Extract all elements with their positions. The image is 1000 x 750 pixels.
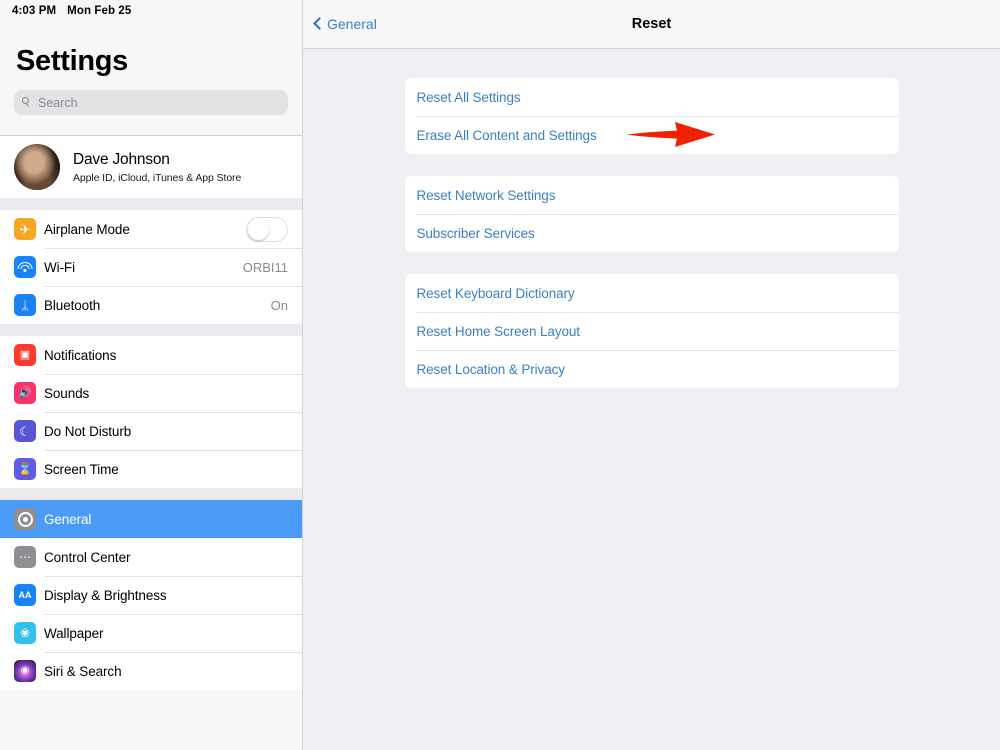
sidebar-item-notifications[interactable]: ▣ Notifications: [0, 336, 302, 374]
search-input[interactable]: Search: [14, 90, 288, 115]
sidebar-item-apple-id[interactable]: Dave Johnson Apple ID, iCloud, iTunes & …: [0, 136, 302, 198]
search-icon: [22, 97, 33, 108]
settings-sidebar: 4:03 PM Mon Feb 25 Settings Search Dave …: [0, 0, 303, 750]
control-center-icon: ⋯: [14, 546, 36, 568]
bluetooth-value: On: [270, 297, 288, 313]
reset-keyboard-dictionary-row[interactable]: Reset Keyboard Dictionary: [405, 274, 899, 312]
group-separator: [0, 324, 302, 336]
chevron-left-icon: [313, 17, 326, 30]
back-button[interactable]: General: [313, 16, 377, 32]
sidebar-item-label: Notifications: [44, 347, 117, 363]
sidebar-item-do-not-disturb[interactable]: ☾ Do Not Disturb: [0, 412, 302, 450]
siri-icon: ◉: [14, 660, 36, 682]
back-button-label: General: [327, 16, 377, 32]
sidebar-item-label: Do Not Disturb: [44, 423, 132, 439]
sidebar-item-screen-time[interactable]: ⌛ Screen Time: [0, 450, 302, 488]
sidebar-group-alerts: ▣ Notifications 🔊 Sounds ☾ Do Not Distur…: [0, 336, 302, 488]
sidebar-item-wifi[interactable]: Wi-Fi ORBI11: [0, 248, 302, 286]
wallpaper-icon: ❀: [14, 622, 36, 644]
sidebar-group-connectivity: ✈ Airplane Mode Wi-Fi ORBI11 ᛦ Bluetooth…: [0, 210, 302, 324]
sidebar-item-bluetooth[interactable]: ᛦ Bluetooth On: [0, 286, 302, 324]
reset-card-3: Reset Keyboard Dictionary Reset Home Scr…: [404, 274, 899, 388]
reset-card-2: Reset Network Settings Subscriber Servic…: [404, 176, 899, 252]
display-brightness-icon: AA: [14, 584, 36, 606]
reset-row-label: Reset All Settings: [416, 89, 521, 105]
nav-title: Reset: [631, 16, 672, 32]
reset-all-settings-row[interactable]: Reset All Settings: [405, 78, 899, 116]
reset-row-label: Erase All Content and Settings: [416, 127, 597, 143]
avatar: [14, 144, 60, 190]
sidebar-item-general[interactable]: General: [0, 500, 302, 538]
sounds-icon: 🔊: [14, 382, 36, 404]
sidebar-item-label: Airplane Mode: [44, 221, 130, 237]
sidebar-item-siri-search[interactable]: ◉ Siri & Search: [0, 652, 302, 690]
sidebar-item-control-center[interactable]: ⋯ Control Center: [0, 538, 302, 576]
reset-row-label: Reset Home Screen Layout: [416, 323, 581, 339]
reset-row-label: Reset Network Settings: [416, 187, 556, 203]
page-title: Settings: [16, 45, 128, 77]
sidebar-item-label: Sounds: [44, 385, 90, 401]
reset-options-list: Reset All Settings Erase All Content and…: [303, 49, 1000, 388]
group-separator: [0, 198, 302, 210]
subscriber-services-row[interactable]: Subscriber Services: [405, 214, 899, 252]
do-not-disturb-icon: ☾: [14, 420, 36, 442]
navigation-bar: General Reset 89%: [303, 0, 1000, 49]
screen-time-icon: ⌛: [14, 458, 36, 480]
reset-detail-pane: General Reset 89%: [303, 0, 1000, 750]
sidebar-item-label: Wallpaper: [44, 625, 104, 641]
bluetooth-icon: ᛦ: [14, 294, 36, 316]
reset-location-privacy-row[interactable]: Reset Location & Privacy: [405, 350, 899, 388]
reset-home-screen-layout-row[interactable]: Reset Home Screen Layout: [405, 312, 899, 350]
search-container: Search: [0, 78, 302, 115]
reset-row-label: Reset Location & Privacy: [416, 361, 566, 377]
sidebar-item-label: Display & Brightness: [44, 587, 167, 603]
wifi-value: ORBI11: [242, 259, 288, 275]
profile-subtitle: Apple ID, iCloud, iTunes & App Store: [73, 171, 242, 184]
status-bar: 4:03 PM Mon Feb 25: [0, 0, 302, 22]
reset-row-label: Subscriber Services: [416, 225, 535, 241]
sidebar-item-label: Wi-Fi: [44, 259, 75, 275]
reset-network-settings-row[interactable]: Reset Network Settings: [405, 176, 899, 214]
group-separator: [0, 488, 302, 500]
airplane-mode-toggle[interactable]: [246, 216, 288, 242]
sidebar-item-display-brightness[interactable]: AA Display & Brightness: [0, 576, 302, 614]
sidebar-item-label: Siri & Search: [44, 663, 122, 679]
sidebar-item-label: General: [44, 511, 92, 527]
sidebar-item-airplane-mode[interactable]: ✈ Airplane Mode: [0, 210, 302, 248]
status-bar-date: Mon Feb 25: [67, 5, 132, 17]
status-bar-time: 4:03 PM: [12, 5, 57, 17]
gear-icon: [14, 508, 36, 530]
sidebar-item-label: Bluetooth: [44, 297, 101, 313]
sidebar-item-label: Screen Time: [44, 461, 119, 477]
reset-row-label: Reset Keyboard Dictionary: [416, 285, 575, 301]
sidebar-group-system: General ⋯ Control Center AA Display & Br…: [0, 500, 302, 690]
airplane-icon: ✈: [14, 218, 36, 240]
wifi-icon: [14, 256, 36, 278]
sidebar-item-wallpaper[interactable]: ❀ Wallpaper: [0, 614, 302, 652]
sidebar-item-sounds[interactable]: 🔊 Sounds: [0, 374, 302, 412]
sidebar-item-label: Control Center: [44, 549, 131, 565]
notifications-icon: ▣: [14, 344, 36, 366]
search-placeholder: Search: [38, 95, 78, 110]
profile-name: Dave Johnson: [73, 150, 170, 168]
ipad-settings-screen: 4:03 PM Mon Feb 25 Settings Search Dave …: [0, 0, 1000, 750]
red-annotation-arrow: [627, 122, 715, 147]
